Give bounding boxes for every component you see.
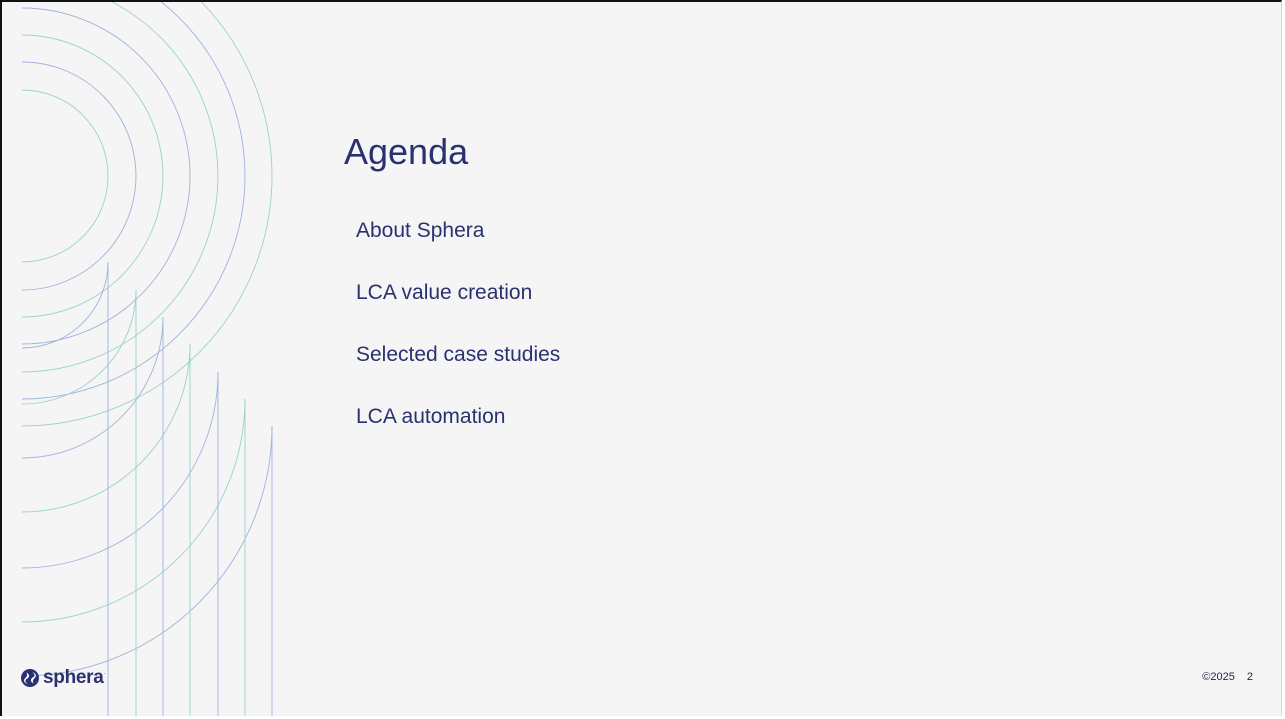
- logo-trademark: ·: [103, 671, 106, 677]
- agenda-item-selected-case-studies: Selected case studies: [356, 343, 561, 366]
- decorative-arcs: [21, 2, 273, 716]
- copyright-text: ©2025: [1202, 671, 1235, 683]
- slide-title: Agenda: [344, 131, 469, 172]
- slide: Agenda About Sphera LCA value creation S…: [0, 0, 1282, 716]
- agenda-item-about-sphera: About Sphera: [356, 219, 485, 242]
- agenda-item-lca-value-creation: LCA value creation: [356, 281, 533, 304]
- sphera-logo-icon: [21, 669, 39, 687]
- logo-wordmark: sphera: [43, 667, 104, 688]
- agenda-list: About Sphera LCA value creation Selected…: [356, 215, 560, 463]
- slide-footer: ©2025 2: [1202, 670, 1253, 684]
- agenda-item-lca-automation: LCA automation: [356, 405, 506, 428]
- sphera-logo: sphera ·: [20, 666, 106, 690]
- page-number: 2: [1246, 671, 1253, 683]
